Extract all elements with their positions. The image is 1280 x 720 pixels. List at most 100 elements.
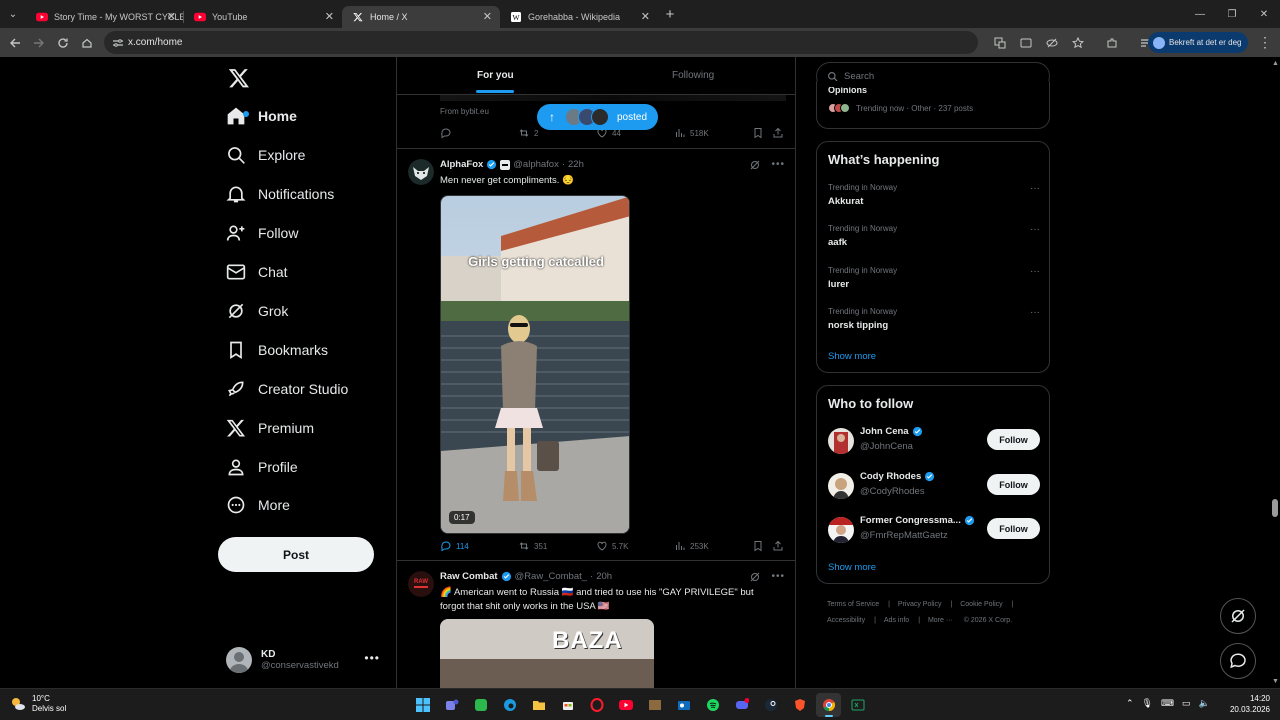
restore-icon[interactable]: ❐ xyxy=(1216,0,1248,28)
microphone-icon[interactable]: 🎙 xyxy=(1142,698,1153,709)
profile-button[interactable]: Bekreft at det er deg xyxy=(1148,32,1248,53)
suggested-account[interactable]: Former Congressma... @FmrRepMattGaetz Fo… xyxy=(828,515,1040,551)
retweet-button[interactable]: 2 xyxy=(518,127,538,139)
scroll-up-icon[interactable]: ▲ xyxy=(1272,60,1279,67)
follow-button[interactable]: Follow xyxy=(987,518,1040,539)
tab-search-button[interactable]: ⌄ xyxy=(0,0,26,28)
nav-item-notifications[interactable]: Notifications xyxy=(226,178,334,210)
keyboard-icon[interactable]: ⌨ xyxy=(1161,698,1174,709)
tab-following[interactable]: Following xyxy=(672,70,714,81)
follow-button[interactable]: Follow xyxy=(987,474,1040,495)
edge-app[interactable] xyxy=(497,693,522,717)
author-name[interactable]: Raw Combat xyxy=(440,571,498,582)
author-handle[interactable]: @Raw_Combat_ xyxy=(515,571,587,582)
footer-link[interactable]: Terms of Service xyxy=(827,601,879,608)
tweet-video[interactable]: Girls getting catcalled 0:17 xyxy=(440,195,630,534)
share-button[interactable] xyxy=(772,127,784,139)
new-posts-pill[interactable]: ↑ posted xyxy=(537,104,658,130)
post-button[interactable]: Post xyxy=(218,537,374,572)
trend-item[interactable]: Trending in Norway norsk tipping ··· xyxy=(828,307,1040,331)
minimize-icon[interactable]: — xyxy=(1184,0,1216,28)
discord-app[interactable] xyxy=(729,693,754,717)
clock[interactable]: 14:20 20.03.2026 xyxy=(1226,693,1270,715)
site-settings-icon[interactable] xyxy=(112,38,124,48)
more-icon[interactable]: ••• xyxy=(364,651,380,665)
forward-icon[interactable] xyxy=(27,31,51,55)
footer-link[interactable]: Cookie Policy xyxy=(960,601,1002,608)
close-window-icon[interactable]: ✕ xyxy=(1248,0,1280,28)
file-explorer-app[interactable] xyxy=(526,693,551,717)
footer-link[interactable]: Privacy Policy xyxy=(898,601,942,608)
app-green[interactable] xyxy=(468,693,493,717)
home-icon[interactable] xyxy=(75,31,99,55)
bookmark-button[interactable] xyxy=(752,540,764,552)
browser-tab-2[interactable]: YouTube ✕ xyxy=(184,6,342,28)
share-button[interactable] xyxy=(772,540,784,552)
weather-widget[interactable]: 10°C Delvis sol xyxy=(10,694,66,714)
extensions-icon[interactable] xyxy=(1100,31,1124,55)
nav-item-follow[interactable]: Follow xyxy=(226,217,298,249)
trend-item[interactable]: Trending in Norway lurer ··· xyxy=(828,266,1040,290)
steam-app[interactable] xyxy=(758,693,783,717)
eye-off-icon[interactable] xyxy=(1040,31,1064,55)
teams-app[interactable] xyxy=(439,693,464,717)
tweet[interactable]: RAW Raw Combat @Raw_Combat_ · 20h ••• 🌈 … xyxy=(397,561,795,688)
show-more-link[interactable]: Show more xyxy=(828,562,876,573)
app-terminal[interactable] xyxy=(845,693,870,717)
store-app[interactable] xyxy=(555,693,580,717)
avatar[interactable] xyxy=(408,159,434,185)
back-icon[interactable] xyxy=(3,31,27,55)
start-button[interactable] xyxy=(410,693,435,717)
trend-title[interactable]: Opinions xyxy=(828,87,867,96)
suggested-account[interactable]: John Cena @JohnCena Follow xyxy=(828,426,1040,462)
translate-icon[interactable] xyxy=(988,31,1012,55)
network-icon[interactable]: ▭ xyxy=(1182,698,1191,709)
browser-tab-1[interactable]: Story Time - My WORST CYCLE ✕ xyxy=(26,6,184,28)
trend-item[interactable]: Trending in Norway Akkurat ··· xyxy=(828,183,1040,207)
grok-icon[interactable] xyxy=(749,571,761,583)
close-tab-icon[interactable]: ✕ xyxy=(325,10,334,23)
page-scrollbar[interactable]: ▲ ▼ xyxy=(1270,57,1280,688)
retweet-button[interactable]: 351 xyxy=(518,540,547,552)
nav-item-home[interactable]: Home xyxy=(226,100,297,132)
footer-link[interactable]: Ads info xyxy=(884,617,909,624)
bookmark-star-icon[interactable] xyxy=(1066,31,1090,55)
opera-app[interactable] xyxy=(584,693,609,717)
suggested-account[interactable]: Cody Rhodes @CodyRhodes Follow xyxy=(828,471,1040,507)
views-button[interactable]: 518K xyxy=(674,127,709,139)
volume-icon[interactable]: 🔈 xyxy=(1199,698,1210,709)
youtube-app[interactable] xyxy=(613,693,638,717)
brave-app[interactable] xyxy=(787,693,812,717)
nav-item-more[interactable]: More xyxy=(226,489,290,521)
nav-item-explore[interactable]: Explore xyxy=(226,139,305,171)
browser-menu-icon[interactable]: ⋮ xyxy=(1258,34,1272,51)
account-switcher[interactable]: KD @conservastivekd ••• xyxy=(226,643,386,677)
bookmark-button[interactable] xyxy=(752,127,764,139)
grok-fab[interactable] xyxy=(1220,598,1256,634)
cast-icon[interactable] xyxy=(1014,31,1038,55)
more-icon[interactable]: ··· xyxy=(1030,307,1040,318)
nav-item-premium[interactable]: Premium xyxy=(226,412,314,444)
nav-item-chat[interactable]: Chat xyxy=(226,256,288,288)
browser-tab-4[interactable]: W Gorehabba - Wikipedia ✕ xyxy=(500,6,658,28)
more-icon[interactable]: ••• xyxy=(771,571,785,583)
new-tab-button[interactable]: + xyxy=(658,6,682,23)
show-more-link[interactable]: Show more xyxy=(828,351,876,362)
follow-button[interactable]: Follow xyxy=(987,429,1040,450)
views-button[interactable]: 253K xyxy=(674,540,709,552)
tweet-video[interactable]: BAZA xyxy=(440,619,654,688)
chevron-up-icon[interactable]: ⌃ xyxy=(1126,698,1134,709)
author-name[interactable]: AlphaFox xyxy=(440,159,483,170)
address-bar[interactable]: x.com/home xyxy=(104,31,978,54)
nav-item-grok[interactable]: Grok xyxy=(226,295,288,327)
more-icon[interactable]: ··· xyxy=(1030,183,1040,194)
tweet[interactable]: AlphaFox @alphafox · 22h ••• Men never g… xyxy=(397,149,795,561)
more-icon[interactable]: ··· xyxy=(1030,224,1040,235)
footer-link[interactable]: Accessibility xyxy=(827,617,865,624)
nav-item-profile[interactable]: Profile xyxy=(226,451,298,483)
chrome-app[interactable] xyxy=(816,693,841,717)
close-tab-icon[interactable]: ✕ xyxy=(641,10,650,23)
avatar[interactable]: RAW xyxy=(408,571,434,597)
scrollbar-thumb[interactable] xyxy=(1272,499,1278,517)
scroll-down-icon[interactable]: ▼ xyxy=(1272,678,1279,685)
